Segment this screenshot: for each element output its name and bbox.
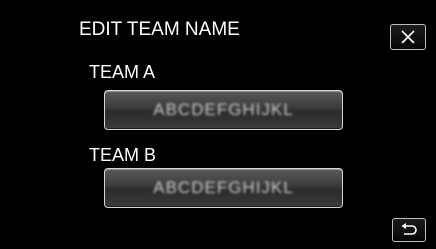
page-title: EDIT TEAM NAME bbox=[79, 19, 240, 40]
team-b-name-value: ABCDEFGHIJKL bbox=[153, 178, 294, 197]
team-b-name-field[interactable]: ABCDEFGHIJKL bbox=[104, 168, 343, 208]
return-arrow-icon bbox=[400, 223, 418, 237]
team-a-name-value: ABCDEFGHIJKL bbox=[153, 100, 294, 119]
back-button[interactable] bbox=[392, 218, 426, 242]
close-button[interactable] bbox=[390, 24, 426, 50]
team-a-name-field[interactable]: ABCDEFGHIJKL bbox=[104, 90, 343, 130]
team-b-label: TEAM B bbox=[89, 145, 157, 165]
close-icon bbox=[400, 29, 416, 45]
team-a-label: TEAM A bbox=[89, 62, 156, 82]
